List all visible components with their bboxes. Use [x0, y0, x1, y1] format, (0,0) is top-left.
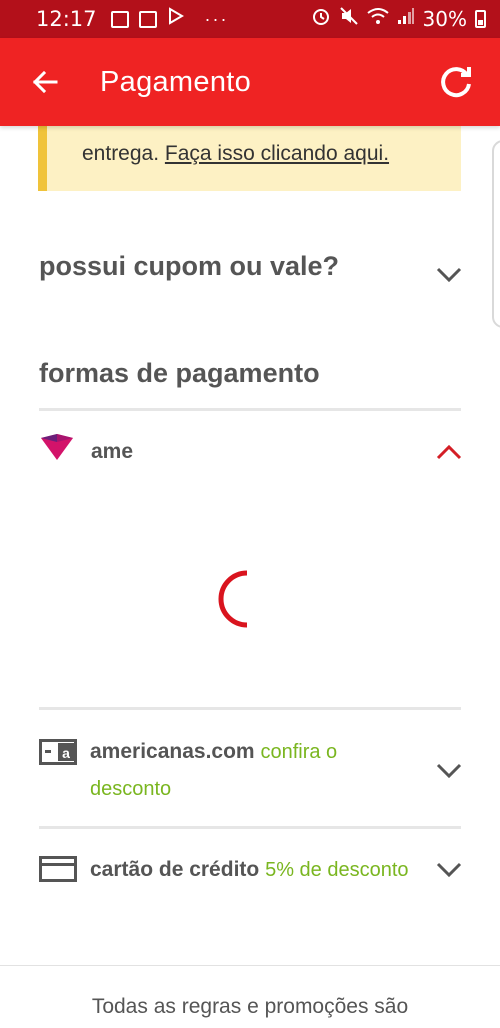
battery-level: 30% [422, 7, 467, 31]
arrow-left-icon[interactable] [30, 67, 60, 97]
loading-spinner [218, 568, 278, 630]
footer-divider [0, 965, 500, 966]
app-bar: Pagamento [0, 38, 500, 126]
footer-text: Todas as regras e promoções são [91, 995, 409, 1018]
payment-method-label: americanas.com [90, 740, 255, 763]
alarm-icon [311, 6, 331, 32]
payment-method-credit-card[interactable]: cartão de crédito 5% de desconto [90, 858, 409, 882]
status-time: 12:17 [36, 7, 97, 31]
promo-text: confira o [260, 741, 338, 763]
payment-method-americanas[interactable]: americanas.com confira o [90, 740, 337, 764]
more-notifications-icon: ··· [204, 8, 229, 29]
americanas-card-icon: a [39, 739, 77, 765]
notice-body: entrega. [82, 142, 160, 165]
payment-method-label: cartão de crédito [90, 858, 260, 881]
status-bar: 12:17 ··· 30% [0, 0, 500, 38]
notification-icons: ··· [110, 7, 229, 31]
payment-method-label: ame [91, 440, 134, 463]
ame-heart-logo [39, 434, 75, 462]
system-icons: 30% [311, 6, 486, 32]
promo-text: 5% de desconto [265, 859, 409, 881]
battery-icon [475, 10, 486, 28]
divider [39, 408, 461, 411]
wifi-icon [366, 7, 389, 31]
payment-method-ame[interactable]: ame [39, 432, 461, 472]
divider [39, 826, 461, 829]
edge-panel-handle[interactable] [492, 140, 500, 328]
mute-icon [339, 6, 359, 32]
page-title: Pagamento [100, 65, 252, 98]
divider [39, 707, 461, 710]
payment-section-title: formas de pagamento [39, 358, 320, 388]
chevron-down-icon[interactable] [436, 862, 462, 878]
chevron-up-icon[interactable] [436, 444, 462, 460]
address-notice: entrega. Faça isso clicando aqui. [38, 126, 461, 191]
notice-text: entrega. Faça isso clicando aqui. [82, 142, 389, 166]
refresh-icon[interactable] [438, 64, 474, 100]
credit-card-icon [39, 856, 77, 882]
promo-text-continued: desconto [90, 778, 172, 800]
signal-icon [397, 7, 415, 31]
svg-text:a: a [62, 745, 70, 761]
chevron-down-icon[interactable] [436, 267, 462, 283]
calendar-icon [138, 10, 157, 28]
notice-link[interactable]: Faça isso clicando aqui. [165, 142, 389, 165]
chevron-down-icon[interactable] [436, 763, 462, 779]
play-store-icon [167, 7, 185, 31]
coupon-toggle-label[interactable]: possui cupom ou vale? [39, 251, 339, 282]
gallery-icon [110, 10, 129, 28]
